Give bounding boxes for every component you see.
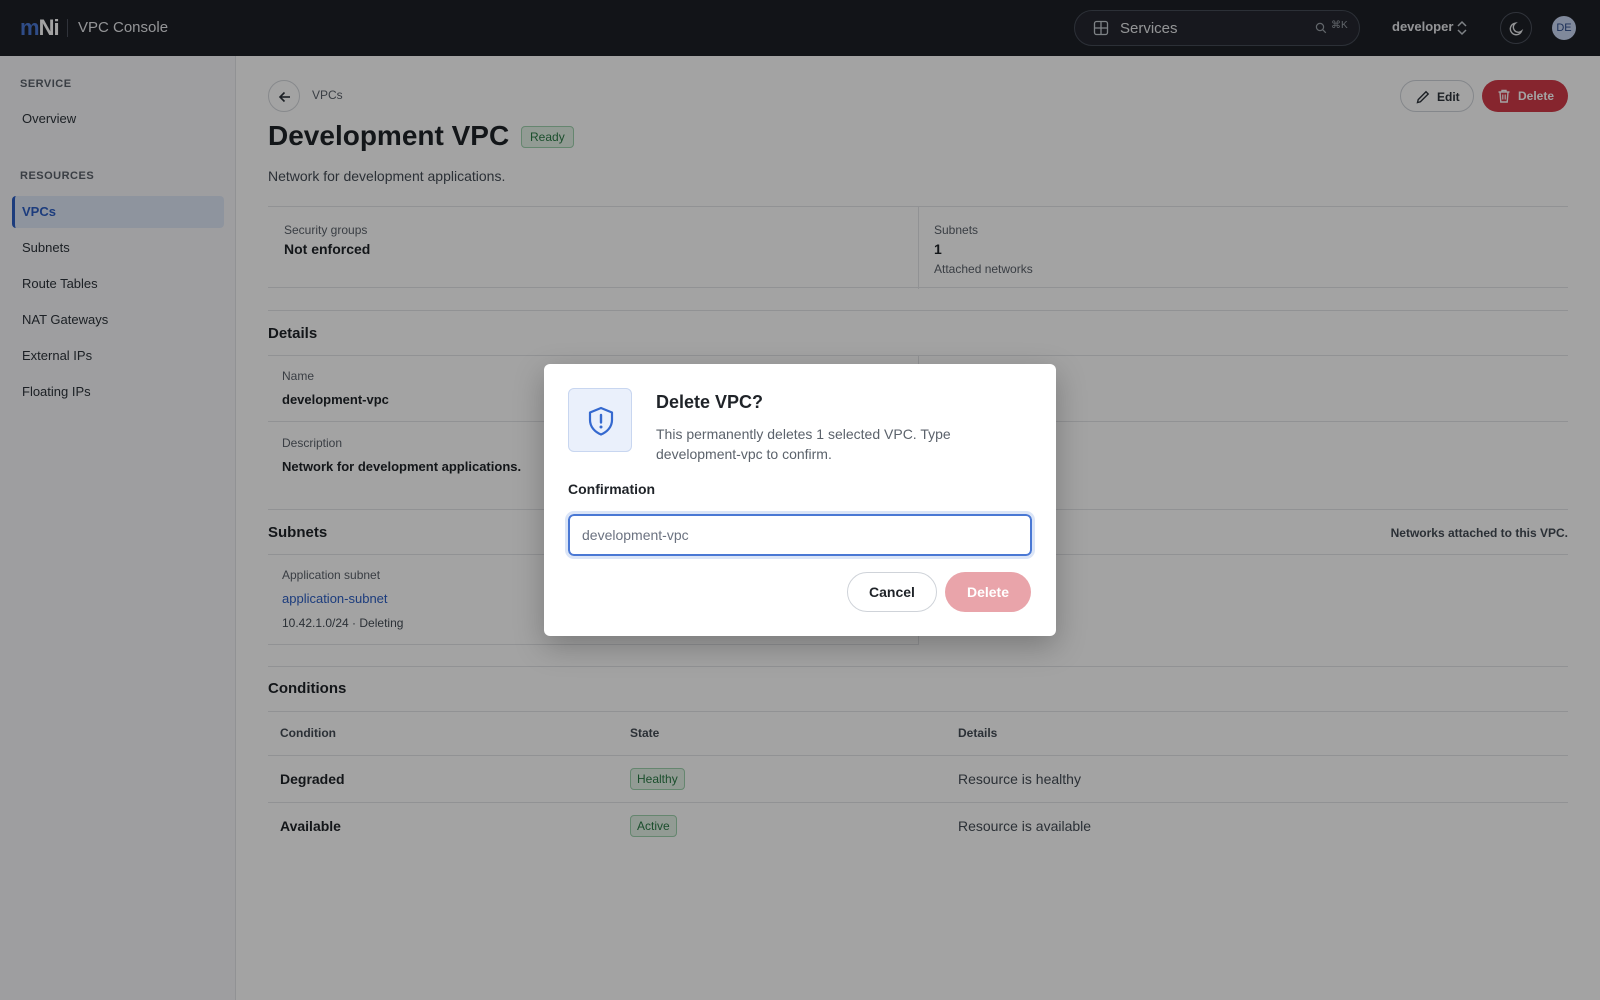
dialog-icon-container	[568, 388, 632, 452]
dialog-title: Delete VPC?	[656, 392, 764, 412]
confirmation-label: Confirmation	[568, 481, 656, 497]
confirmation-input[interactable]	[565, 511, 1035, 559]
cancel-button[interactable]: Cancel	[847, 572, 937, 612]
shield-alert-icon	[588, 406, 614, 436]
confirm-delete-button[interactable]: Delete	[945, 572, 1031, 612]
delete-confirmation-dialog: Delete VPC? This permanently deletes 1 s…	[544, 364, 1056, 636]
dialog-description: This permanently deletes 1 selected VPC.…	[656, 426, 951, 462]
